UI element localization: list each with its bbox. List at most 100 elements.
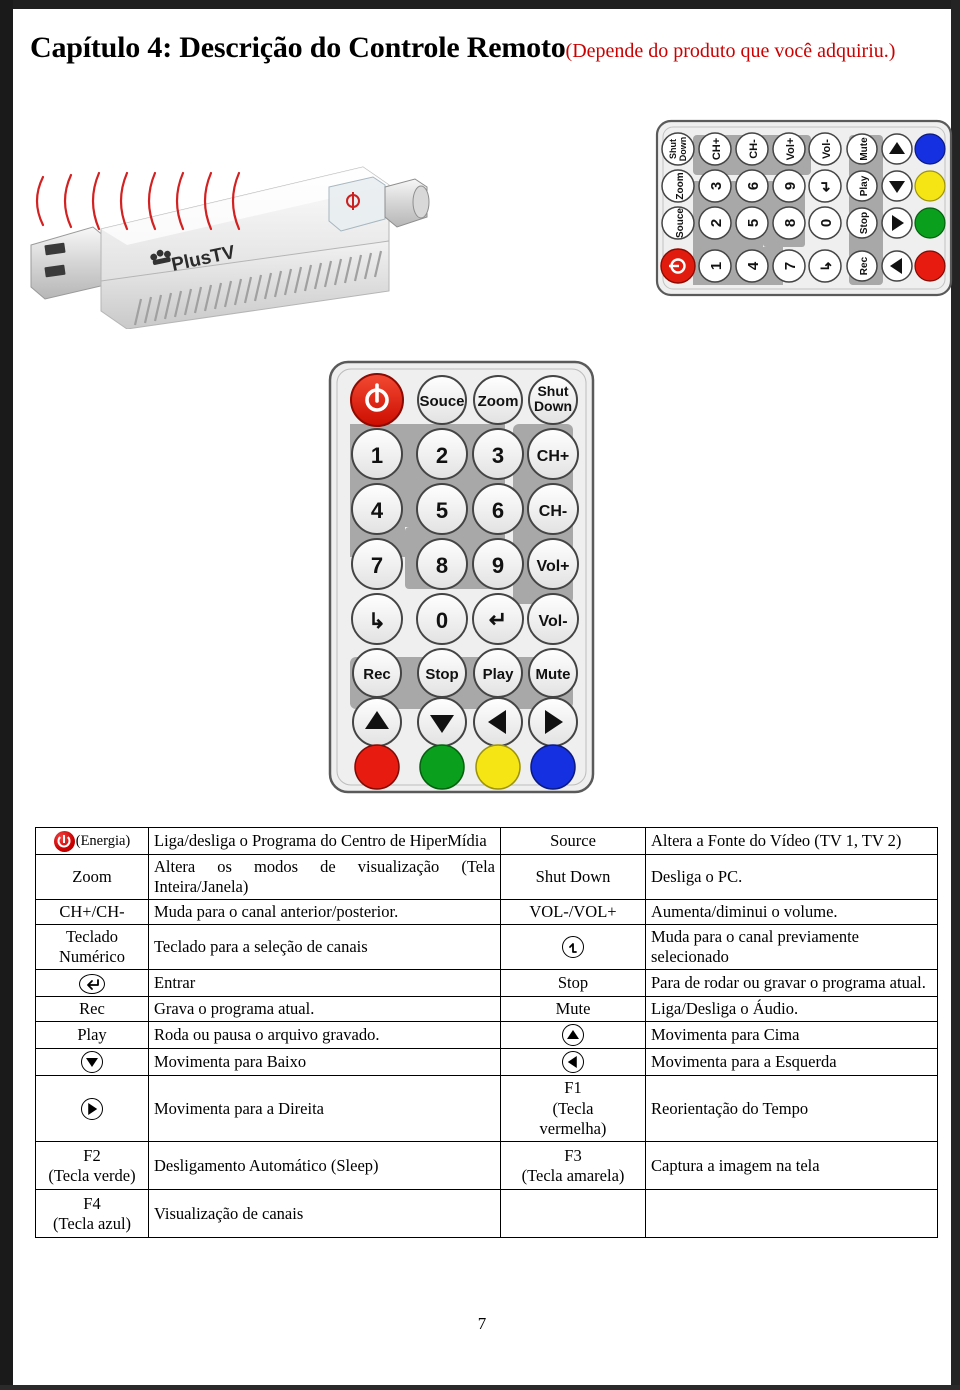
remote-button-description-table: (Energia) Liga/desliga o Programa do Cen… bbox=[35, 827, 938, 1239]
cell-empty-1 bbox=[500, 1189, 646, 1239]
cell-button-source: Source bbox=[500, 827, 646, 855]
page-number: 7 bbox=[477, 1314, 487, 1333]
f1-red-key[interactable] bbox=[354, 744, 400, 790]
arrow-up-icon bbox=[562, 1023, 584, 1046]
svg-text:Souce: Souce bbox=[419, 393, 464, 410]
svg-text:8: 8 bbox=[436, 553, 448, 578]
f1-line2: (Tecla bbox=[552, 1098, 594, 1118]
cell-button-arrow-down bbox=[35, 1047, 149, 1077]
table-row: Play Roda ou pausa o arquivo gravado. Mo… bbox=[35, 1020, 938, 1049]
cell-button-arrow-right bbox=[35, 1075, 149, 1143]
f4-blue-key[interactable] bbox=[530, 744, 576, 790]
svg-text:Shut: Shut bbox=[537, 383, 568, 399]
cell-button-enter bbox=[35, 969, 149, 997]
cell-desc-rec: Grava o programa atual. bbox=[148, 995, 501, 1022]
f1-line1: F1 bbox=[564, 1078, 582, 1098]
table-row: F2 (Tecla verde) Desligamento Automático… bbox=[35, 1141, 938, 1191]
f2-line2: (Tecla verde) bbox=[48, 1165, 136, 1185]
cell-desc-arrow-up: Movimenta para Cima bbox=[645, 1020, 938, 1049]
rotated-red-key[interactable] bbox=[914, 250, 946, 282]
f3-yellow-key[interactable] bbox=[475, 744, 521, 790]
cell-button-channel: CH+/CH- bbox=[35, 898, 149, 926]
cell-button-last-channel bbox=[500, 924, 646, 971]
svg-text:Play: Play bbox=[859, 175, 870, 196]
usb-tuner-figure: PlusTV bbox=[23, 159, 663, 330]
svg-text:Down: Down bbox=[534, 398, 572, 414]
svg-text:CH+: CH+ bbox=[711, 138, 723, 160]
cell-desc-channel: Muda para o canal anterior/posterior. bbox=[148, 898, 501, 926]
svg-text:Stop: Stop bbox=[425, 666, 458, 683]
remote-control-rotated-illustration: Souce Zoom Shut Down 1 2 3 CH+ 4 5 6 CH-… bbox=[655, 119, 953, 297]
svg-text:CH+: CH+ bbox=[537, 448, 569, 465]
f2-green-key[interactable] bbox=[419, 744, 465, 790]
cell-button-arrow-up bbox=[500, 1020, 646, 1049]
svg-text:5: 5 bbox=[436, 498, 448, 523]
svg-text:1: 1 bbox=[708, 262, 725, 270]
svg-text:Rec: Rec bbox=[363, 666, 391, 683]
arrow-left-icon bbox=[562, 1051, 584, 1074]
svg-text:Mute: Mute bbox=[859, 137, 870, 161]
svg-text:Zoom: Zoom bbox=[675, 172, 686, 199]
svg-text:3: 3 bbox=[708, 182, 725, 190]
svg-text:2: 2 bbox=[436, 443, 448, 468]
svg-text:5: 5 bbox=[745, 219, 762, 227]
cell-desc-f3: Captura a imagem na tela bbox=[645, 1141, 938, 1191]
cell-button-mute: Mute bbox=[500, 995, 646, 1022]
cell-desc-source: Altera a Fonte do Vídeo (TV 1, TV 2) bbox=[645, 827, 938, 855]
f1-line3: vermelha) bbox=[539, 1118, 607, 1138]
rotated-yellow-key[interactable] bbox=[914, 170, 946, 202]
scan-edge-bottom bbox=[0, 1385, 960, 1390]
svg-text:Vol+: Vol+ bbox=[785, 138, 797, 161]
cell-desc-arrow-left: Movimenta para a Esquerda bbox=[645, 1047, 938, 1077]
rotated-blue-key[interactable] bbox=[914, 133, 946, 165]
cell-desc-shutdown: Desliga o PC. bbox=[645, 853, 938, 900]
cell-desc-stop: Para de rodar ou gravar o programa atual… bbox=[645, 969, 938, 997]
cell-desc-f2: Desligamento Automático (Sleep) bbox=[148, 1141, 501, 1191]
svg-text:Souce: Souce bbox=[675, 208, 686, 238]
svg-text:2: 2 bbox=[708, 219, 725, 227]
svg-text:Play: Play bbox=[483, 666, 515, 683]
numeric-keypad-line1: Teclado bbox=[66, 927, 118, 947]
cell-button-volume: VOL-/VOL+ bbox=[500, 898, 646, 926]
cell-desc-last-channel: Muda para o canal previamente selecionad… bbox=[645, 924, 938, 971]
page-title-main: Capítulo 4: Descrição do Controle Remoto bbox=[30, 31, 566, 64]
scan-edge-top bbox=[0, 0, 960, 9]
cell-empty-2 bbox=[645, 1189, 938, 1239]
cell-button-f3: F3 (Tecla amarela) bbox=[500, 1141, 646, 1191]
rotated-green-key[interactable] bbox=[914, 207, 946, 239]
f4-line2: (Tecla azul) bbox=[52, 1213, 132, 1233]
document-page: Capítulo 4: Descrição do Controle Remoto… bbox=[13, 9, 953, 1385]
page-title-note: (Depende do produto que você adquiriu.) bbox=[565, 40, 896, 62]
svg-text:6: 6 bbox=[745, 182, 762, 190]
page-title: Capítulo 4: Descrição do Controle Remoto… bbox=[30, 31, 930, 65]
svg-text:Shut: Shut bbox=[668, 139, 678, 159]
cell-button-zoom: Zoom bbox=[35, 853, 149, 900]
svg-text:9: 9 bbox=[492, 553, 504, 578]
cell-button-rec: Rec bbox=[35, 995, 149, 1022]
cell-button-f1: F1 (Tecla vermelha) bbox=[500, 1075, 646, 1143]
arrow-down-icon bbox=[81, 1051, 103, 1074]
usb-connector bbox=[30, 226, 106, 300]
svg-text:↵: ↵ bbox=[489, 607, 507, 632]
cell-button-power: (Energia) bbox=[35, 827, 149, 855]
cell-desc-power: Liga/desliga o Programa do Centro de Hip… bbox=[148, 827, 501, 855]
table-row: Movimenta para a Direita F1 (Tecla verme… bbox=[35, 1075, 938, 1143]
cell-button-stop: Stop bbox=[500, 969, 646, 997]
svg-text:Zoom: Zoom bbox=[478, 393, 519, 410]
svg-text:Vol-: Vol- bbox=[538, 613, 567, 630]
svg-text:Vol+: Vol+ bbox=[536, 558, 569, 575]
table-row: Zoom Altera os modos de visualização (Te… bbox=[35, 853, 938, 900]
cell-desc-enter: Entrar bbox=[148, 969, 501, 997]
svg-text:Stop: Stop bbox=[859, 212, 870, 234]
svg-text:Vol-: Vol- bbox=[821, 139, 833, 159]
cell-desc-f4: Visualização de canais bbox=[148, 1189, 501, 1239]
svg-text:↳: ↳ bbox=[818, 260, 834, 272]
cell-button-f2: F2 (Tecla verde) bbox=[35, 1141, 149, 1191]
table-row: Movimenta para Baixo Movimenta para a Es… bbox=[35, 1047, 938, 1077]
power-icon bbox=[53, 830, 75, 852]
svg-text:Down: Down bbox=[678, 137, 688, 162]
svg-text:CH-: CH- bbox=[539, 503, 567, 520]
svg-text:3: 3 bbox=[492, 443, 504, 468]
svg-text:Mute: Mute bbox=[536, 666, 571, 683]
cell-button-numeric-keypad: Teclado Numérico bbox=[35, 924, 149, 971]
